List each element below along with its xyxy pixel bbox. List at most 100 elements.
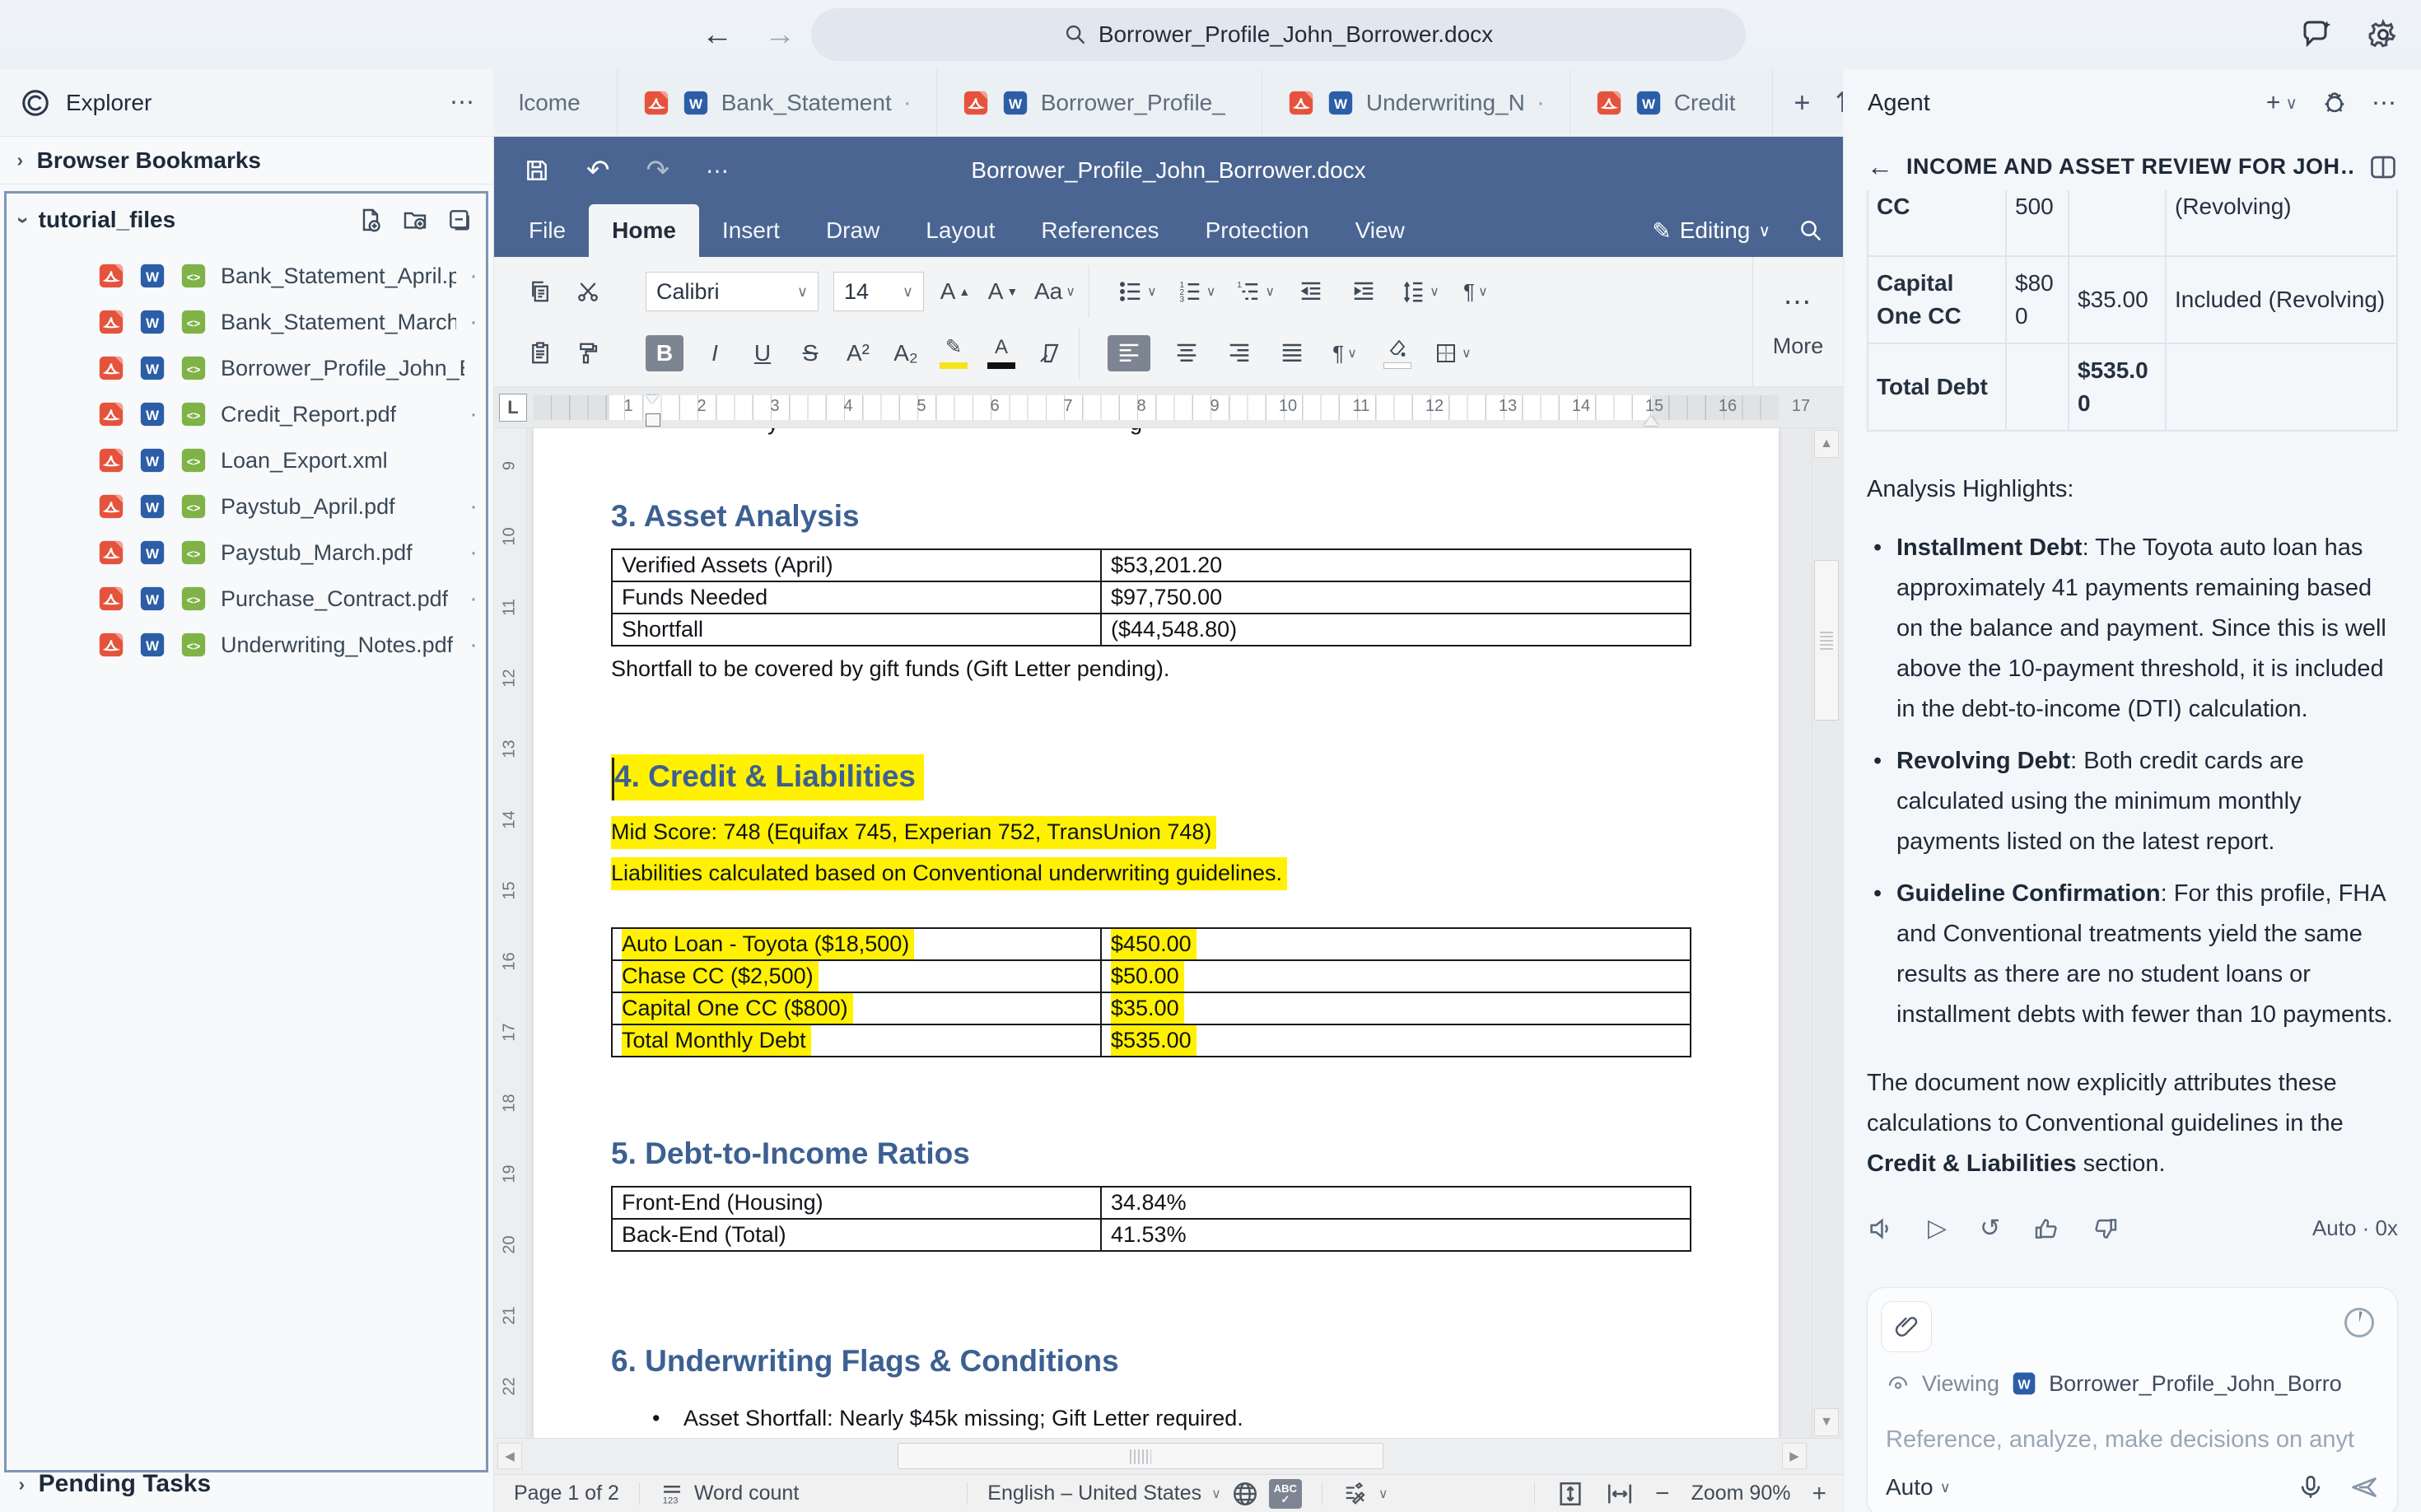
font-size-dropdown[interactable]: 14∨ (833, 272, 924, 311)
scroll-down-arrow[interactable]: ▼ (1814, 1408, 1839, 1436)
numbered-list-dropdown[interactable]: 123∨ (1177, 273, 1216, 310)
zoom-in-button[interactable]: + (1812, 1480, 1826, 1508)
globe-icon[interactable] (1231, 1480, 1259, 1508)
menu-tab[interactable]: Home (589, 204, 699, 257)
new-tab-button[interactable]: + (1794, 87, 1811, 119)
open-panel-icon[interactable] (2368, 152, 2398, 182)
multilevel-list-dropdown[interactable]: 1∨ (1235, 273, 1275, 310)
paragraph-settings-dropdown[interactable]: ¶∨ (1459, 273, 1492, 310)
file-list-item[interactable]: W <> Underwriting_Notes.pdf · (7, 622, 486, 668)
document-page[interactable]: y g 3. Asset Analysis Verified Assets (A… (534, 428, 1779, 1438)
shrink-font-button[interactable]: A▼ (987, 273, 1019, 310)
menu-tab[interactable]: References (1018, 204, 1182, 257)
copy-icon[interactable] (524, 273, 557, 310)
menu-tab[interactable]: File (506, 204, 589, 257)
vertical-ruler[interactable]: 91011121314151617181920212223 (494, 428, 527, 1438)
align-left-button[interactable] (1108, 335, 1150, 371)
vertical-scrollbar[interactable]: ▲ ▼ (1812, 428, 1841, 1438)
attach-button[interactable] (1881, 1301, 1932, 1352)
file-list-item[interactable]: W <> Paystub_March.pdf · (7, 530, 486, 576)
document-tab[interactable]: W Credit (1570, 69, 1773, 137)
zoom-out-button[interactable]: − (1655, 1480, 1670, 1508)
right-margin-marker[interactable] (1644, 408, 1658, 426)
file-list-item[interactable]: W <> Bank_Statement_April.pdf · (7, 253, 486, 299)
word-count-button[interactable]: 123 Word count (640, 1475, 819, 1512)
file-list-item[interactable]: W <> Loan_Export.xml (7, 437, 486, 483)
bug-icon[interactable] (2321, 89, 2349, 117)
language-selector[interactable]: English – United States ∨ ABC✓ (968, 1475, 1322, 1512)
highlight-color-dropdown[interactable]: ✎ (937, 335, 970, 371)
document-tab[interactable]: W Underwriting_N · (1262, 69, 1570, 137)
split-view-icon[interactable]: ⇅ (1835, 86, 1843, 119)
file-list-item[interactable]: W <> Bank_Statement_March.pdf · (7, 299, 486, 345)
italic-button[interactable]: I (698, 335, 731, 371)
thumbs-down-icon[interactable] (2092, 1216, 2119, 1242)
menu-tab[interactable]: Draw (803, 204, 903, 257)
zoom-level[interactable]: Zoom 90% (1691, 1482, 1791, 1505)
change-case-dropdown[interactable]: Aa∨ (1034, 273, 1075, 310)
fit-width-icon[interactable] (1606, 1480, 1634, 1508)
horizontal-scrollbar[interactable]: ◀ ▶ (494, 1438, 1843, 1474)
menu-tab[interactable]: Layout (903, 204, 1018, 257)
play-icon[interactable]: ▷ (1928, 1214, 1947, 1243)
scroll-right-arrow[interactable]: ▶ (1782, 1443, 1807, 1469)
file-list-item[interactable]: W <> Credit_Report.pdf · (7, 391, 486, 437)
sidebar-item-browser-bookmarks[interactable]: › Browser Bookmarks (0, 137, 493, 184)
paragraph-mark-dropdown[interactable]: ¶∨ (1328, 335, 1361, 371)
align-right-button[interactable] (1223, 335, 1256, 371)
document-tab[interactable]: W Borrower_Profile_ (937, 69, 1262, 137)
horizontal-ruler[interactable]: L 1234567891011121314151617 (494, 387, 1843, 428)
thumbs-up-icon[interactable] (2033, 1216, 2059, 1242)
model-mode-dropdown[interactable]: Auto∨ (1886, 1474, 1951, 1500)
explorer-more-icon[interactable]: ⋯ (450, 88, 474, 117)
spellcheck-icon[interactable]: ABC✓ (1269, 1479, 1302, 1509)
agent-back-button[interactable]: ← (1867, 152, 1893, 182)
file-list-item[interactable]: W <> Borrower_Profile_John_Borrowe (7, 345, 486, 391)
regenerate-icon[interactable]: ↺ (1980, 1214, 2000, 1243)
back-arrow-icon[interactable]: ← (702, 17, 733, 53)
mic-icon[interactable] (2297, 1473, 2325, 1501)
clear-formatting-button[interactable] (1033, 335, 1066, 371)
viewing-context-chip[interactable]: Viewing W Borrower_Profile_John_Borro (1886, 1370, 2389, 1397)
subscript-button[interactable]: A₂ (889, 335, 922, 371)
grow-font-button[interactable]: A▲ (939, 273, 972, 310)
gear-icon[interactable] (2367, 18, 2400, 51)
bold-button[interactable]: B (646, 335, 683, 371)
font-color-dropdown[interactable]: A (985, 335, 1018, 371)
sidebar-item-pending-tasks[interactable]: › Pending Tasks (0, 1463, 493, 1505)
agent-new-chat-button[interactable]: +∨ (2266, 89, 2297, 117)
underline-button[interactable]: U (746, 335, 779, 371)
bullet-list-dropdown[interactable]: ∨ (1117, 273, 1157, 310)
line-spacing-dropdown[interactable]: ∨ (1400, 273, 1439, 310)
forward-arrow-icon[interactable]: → (764, 17, 795, 53)
collapse-all-icon[interactable] (446, 207, 473, 233)
strikethrough-button[interactable]: S (794, 335, 827, 371)
file-list-item[interactable]: W <> Paystub_April.pdf · (7, 483, 486, 530)
cut-icon[interactable] (571, 273, 604, 310)
tab-stop-selector[interactable]: L (499, 394, 527, 422)
increase-indent-button[interactable] (1347, 273, 1380, 310)
vertical-scroll-thumb[interactable] (1814, 560, 1839, 721)
justify-button[interactable] (1276, 335, 1308, 371)
find-icon[interactable] (1798, 218, 1823, 243)
scroll-left-arrow[interactable]: ◀ (497, 1443, 522, 1469)
document-tab[interactable]: W lcome (494, 69, 618, 137)
paste-icon[interactable] (524, 335, 557, 371)
ribbon-more-button[interactable]: ⋯ More (1752, 257, 1843, 387)
borders-dropdown[interactable]: ∨ (1434, 335, 1472, 371)
chat-sparkle-icon[interactable] (2301, 18, 2334, 51)
menu-tab[interactable]: Insert (699, 204, 803, 257)
horizontal-scroll-thumb[interactable] (898, 1443, 1383, 1469)
scroll-up-arrow[interactable]: ▲ (1814, 430, 1839, 458)
file-list-item[interactable]: W <> Purchase_Contract.pdf · (7, 576, 486, 622)
format-painter-icon[interactable] (571, 335, 604, 371)
read-aloud-icon[interactable] (1867, 1215, 1895, 1243)
menu-tab[interactable]: Protection (1183, 204, 1332, 257)
document-tab[interactable]: W Bank_Statement · (618, 69, 937, 137)
fit-page-icon[interactable] (1556, 1480, 1584, 1508)
folder-header-tutorial-files[interactable]: › tutorial_files (7, 194, 486, 246)
new-folder-icon[interactable] (402, 207, 428, 233)
agent-input-card[interactable]: Viewing W Borrower_Profile_John_Borro Re… (1867, 1287, 2398, 1512)
agent-more-icon[interactable]: ⋯ (2372, 89, 2396, 118)
shading-dropdown[interactable] (1381, 335, 1414, 371)
